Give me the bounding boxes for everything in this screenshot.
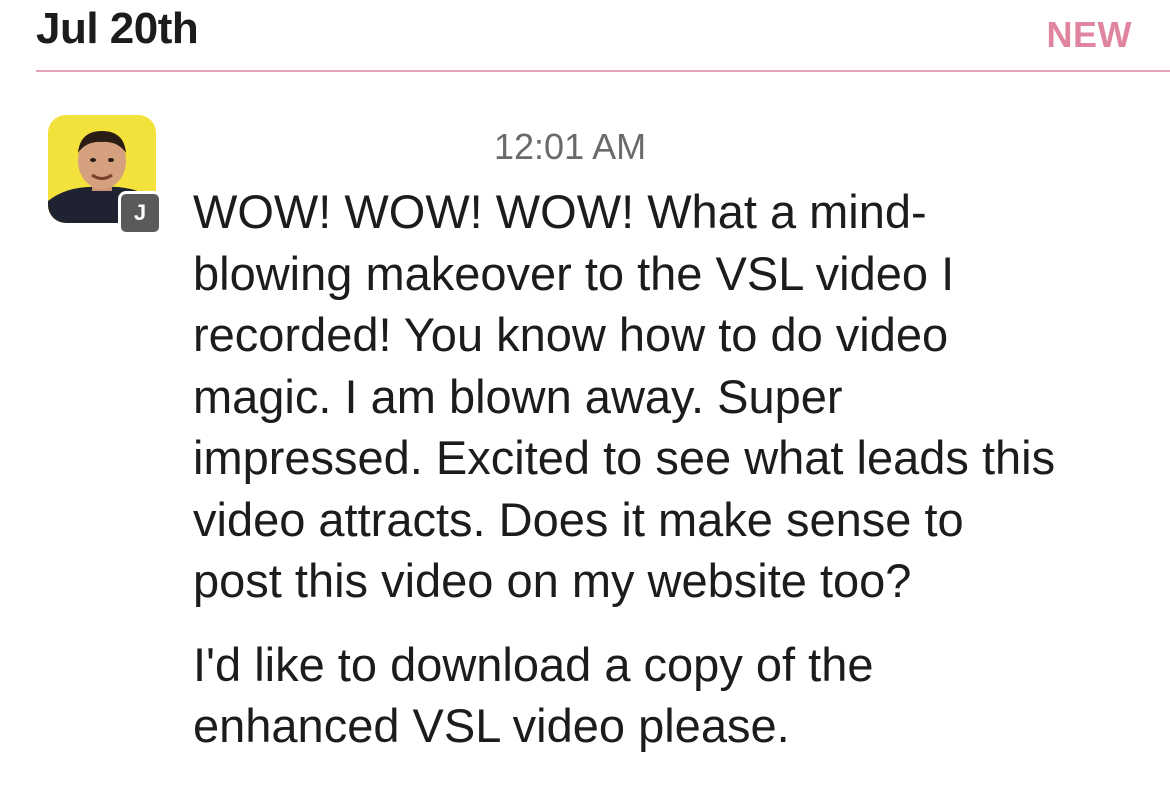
date-label: Jul 20th (36, 4, 199, 53)
message-body: WOW! WOW! WOW! What a mind- blowing make… (193, 181, 1143, 757)
date-divider-header: Jul 20th NEW (36, 0, 1170, 72)
message-paragraph: WOW! WOW! WOW! What a mind- blowing make… (193, 185, 1056, 607)
user-initial-badge: J (118, 191, 162, 235)
new-messages-divider (36, 70, 1170, 72)
new-messages-label[interactable]: NEW (1047, 14, 1133, 56)
message-paragraph: I'd like to download a copy of the enhan… (193, 637, 874, 753)
message-timestamp[interactable]: 12:01 AM (494, 126, 646, 168)
